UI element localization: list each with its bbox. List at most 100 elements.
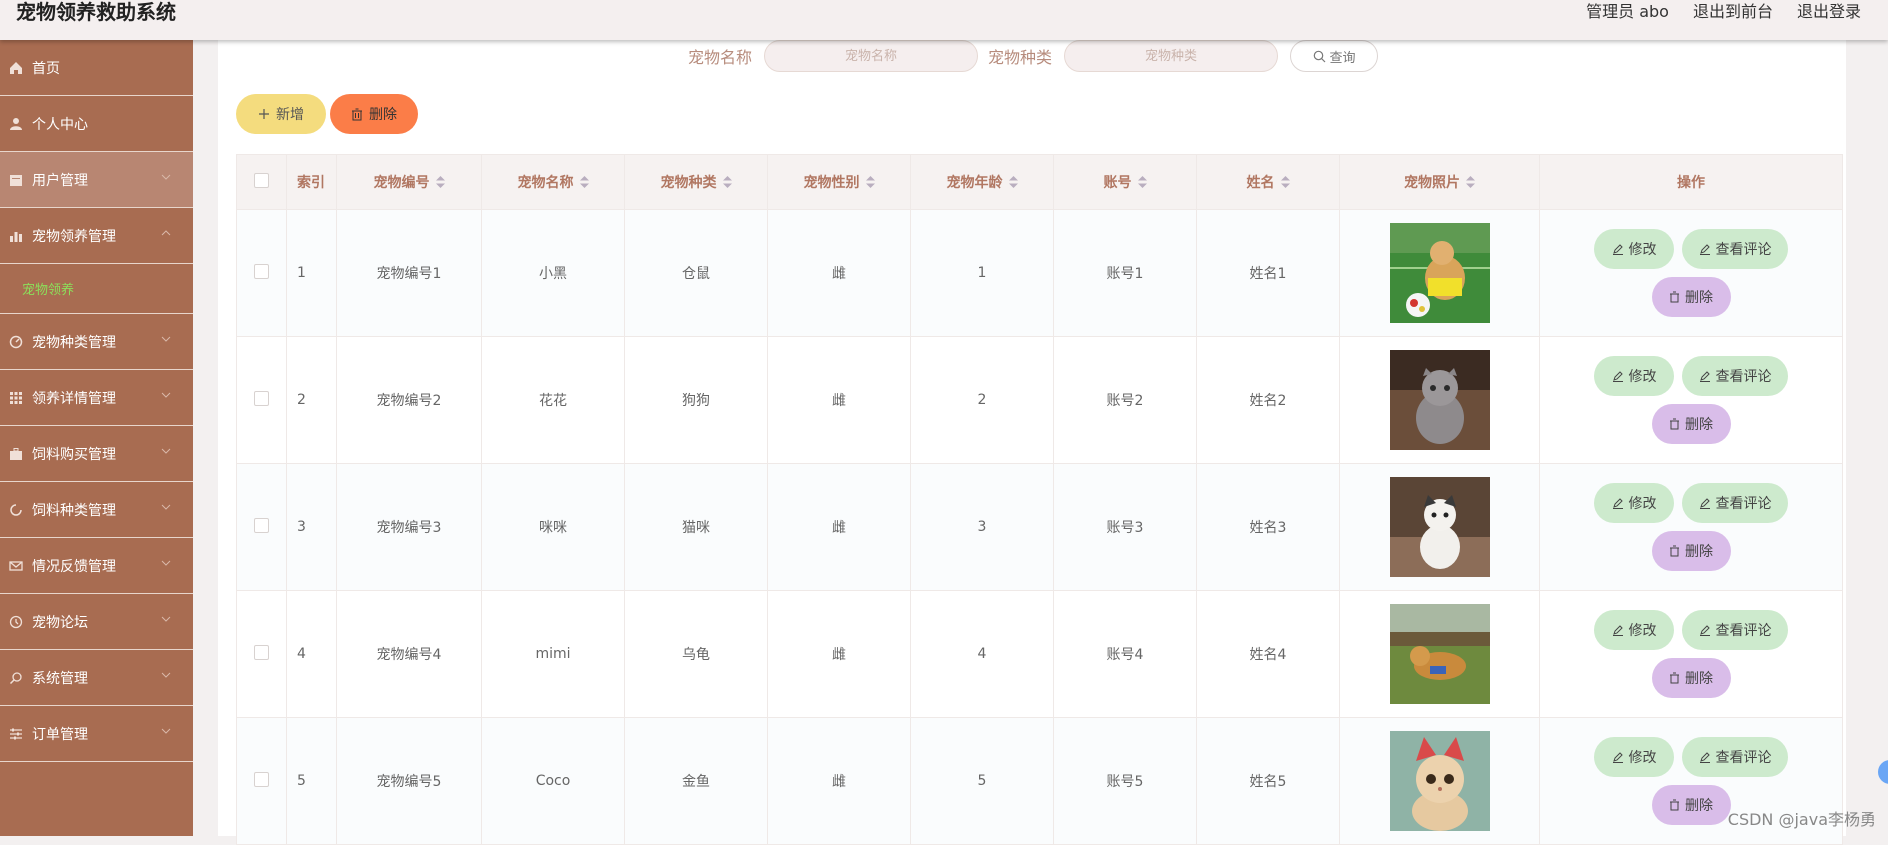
select-all-cell: [236, 154, 287, 210]
column-header[interactable]: 账号: [1053, 154, 1197, 210]
current-user[interactable]: 管理员 abo: [1586, 0, 1669, 24]
sidebar-item-home[interactable]: 首页: [0, 40, 193, 96]
row-select-cell: [236, 209, 287, 337]
pet-name-input[interactable]: [764, 40, 979, 72]
edit-button[interactable]: 修改: [1594, 737, 1674, 777]
account-cell: 账号5: [1053, 717, 1197, 845]
photo-cell: [1339, 717, 1540, 845]
logout-link[interactable]: 退出登录: [1797, 0, 1861, 24]
table-row: 1 宠物编号1 小黑 仓鼠 雌 1 账号1 姓名1 修改 查看评论 删除: [236, 209, 1843, 337]
column-header-label: 宠物名称: [517, 175, 574, 191]
pet-photo-running-dog[interactable]: [1389, 604, 1490, 704]
back-to-front-link[interactable]: 退出到前台: [1693, 0, 1773, 24]
operations-cell: 修改 查看评论 删除: [1539, 463, 1843, 591]
view-comments-button[interactable]: 查看评论: [1682, 483, 1788, 523]
sidebar-item-pet-types[interactable]: 宠物种类管理: [0, 314, 193, 370]
view-comments-button[interactable]: 查看评论: [1682, 356, 1788, 396]
row-checkbox[interactable]: [254, 517, 269, 533]
sidebar-item-users[interactable]: 用户管理: [0, 152, 193, 208]
row-select-cell: [236, 717, 287, 845]
sidebar-item-label: 个人中心: [32, 116, 88, 133]
pet-photo-gray-kitten[interactable]: [1389, 350, 1490, 450]
sidebar-item-orders[interactable]: 订单管理: [0, 706, 193, 762]
edit-button[interactable]: 修改: [1594, 229, 1674, 269]
sort-icon[interactable]: [435, 176, 445, 188]
pet-photo-dog-with-ball[interactable]: [1389, 223, 1490, 323]
sort-icon[interactable]: [1008, 176, 1018, 188]
edit-button[interactable]: 修改: [1594, 610, 1674, 650]
row-delete-button[interactable]: 删除: [1651, 785, 1731, 825]
sidebar-item-feed-types[interactable]: 饲料种类管理: [0, 482, 193, 538]
sidebar-subitem-adoption[interactable]: 宠物领养: [0, 264, 193, 314]
pet-name-cell: 咪咪: [481, 463, 625, 591]
query-button[interactable]: 查询: [1290, 40, 1379, 72]
sidebar-item-profile[interactable]: 个人中心: [0, 96, 193, 152]
column-header-label: 宠物年龄: [946, 175, 1003, 191]
column-header[interactable]: 宠物名称: [481, 154, 625, 210]
row-checkbox[interactable]: [254, 263, 269, 279]
pencil-icon: [1699, 244, 1710, 255]
sidebar-item-forum[interactable]: 宠物论坛: [0, 594, 193, 650]
action-bar: 新增 删除: [236, 94, 418, 134]
pet-photo-cat-with-hat[interactable]: [1389, 731, 1490, 831]
view-comments-button[interactable]: 查看评论: [1682, 229, 1788, 269]
batch-delete-button[interactable]: 删除: [330, 94, 418, 134]
column-header[interactable]: 宠物编号: [336, 154, 482, 210]
row-delete-button[interactable]: 删除: [1651, 277, 1731, 317]
sort-icon[interactable]: [722, 176, 732, 188]
sort-icon[interactable]: [1137, 176, 1147, 188]
search-icon: [1313, 50, 1325, 62]
row-delete-button-label: 删除: [1685, 670, 1713, 686]
row-delete-button[interactable]: 删除: [1651, 404, 1731, 444]
column-header[interactable]: 宠物年龄: [910, 154, 1054, 210]
sidebar-item-label: 领养详情管理: [32, 390, 116, 407]
sidebar-item-adoption[interactable]: 宠物领养管理: [0, 208, 193, 264]
row-checkbox[interactable]: [254, 644, 269, 660]
floating-help-button[interactable]: [1878, 760, 1888, 784]
view-comments-button[interactable]: 查看评论: [1682, 737, 1788, 777]
sort-icon[interactable]: [579, 176, 589, 188]
sidebar-item-label: 情况反馈管理: [32, 558, 116, 575]
pet-type-input[interactable]: [1064, 40, 1279, 72]
sidebar-item-adoption-details[interactable]: 领养详情管理: [0, 370, 193, 426]
pencil-icon: [1612, 625, 1623, 636]
column-header[interactable]: 宠物照片: [1339, 154, 1540, 210]
edit-button[interactable]: 修改: [1594, 483, 1674, 523]
pet-adoption-table: 索引 宠物编号 宠物名称 宠物种类 宠物性别 宠物年龄 账号 姓名 宠物照片 操…: [236, 154, 1843, 845]
sidebar-item-label: 宠物种类管理: [32, 334, 116, 351]
photo-cell: [1339, 209, 1540, 337]
select-all-checkbox[interactable]: [254, 172, 269, 188]
sort-icon[interactable]: [1280, 176, 1290, 188]
sidebar-item-feed-purchase[interactable]: 饲料购买管理: [0, 426, 193, 482]
chevron-down-icon: [161, 672, 171, 678]
view-comments-button[interactable]: 查看评论: [1682, 610, 1788, 650]
query-button-label: 查询: [1329, 50, 1356, 66]
row-delete-button-label: 删除: [1685, 416, 1713, 432]
sliders-icon: [8, 726, 24, 742]
row-delete-button[interactable]: 删除: [1651, 531, 1731, 571]
sidebar-item-system[interactable]: 系统管理: [0, 650, 193, 706]
pet-age-cell: 1: [910, 209, 1054, 337]
add-button[interactable]: 新增: [236, 94, 326, 134]
sidebar: 首页 个人中心 用户管理 宠物领养管理 宠物领养 宠物种类管理 领养详情管理 饲…: [0, 40, 193, 836]
row-delete-button[interactable]: 删除: [1651, 658, 1731, 698]
row-checkbox[interactable]: [254, 390, 269, 406]
pet-type-cell: 金鱼: [624, 717, 768, 845]
row-checkbox[interactable]: [254, 771, 269, 787]
edit-button-label: 修改: [1628, 622, 1657, 638]
operations-cell: 修改 查看评论 删除: [1539, 336, 1843, 464]
column-header[interactable]: 宠物种类: [624, 154, 768, 210]
sidebar-item-feedback[interactable]: 情况反馈管理: [0, 538, 193, 594]
row-delete-button-label: 删除: [1685, 543, 1713, 559]
edit-button-label: 修改: [1628, 368, 1657, 384]
view-comments-button-label: 查看评论: [1715, 241, 1772, 257]
sort-icon[interactable]: [1466, 176, 1475, 188]
row-select-cell: [236, 590, 287, 718]
trash-icon: [1670, 418, 1679, 430]
column-header[interactable]: 姓名: [1196, 154, 1340, 210]
sort-icon[interactable]: [865, 176, 875, 188]
pet-photo-white-cat[interactable]: [1389, 477, 1490, 577]
edit-button[interactable]: 修改: [1594, 356, 1674, 396]
column-header[interactable]: 宠物性别: [767, 154, 911, 210]
top-header: 宠物领养救助系统 管理员 abo 退出到前台 退出登录: [0, 0, 1888, 40]
